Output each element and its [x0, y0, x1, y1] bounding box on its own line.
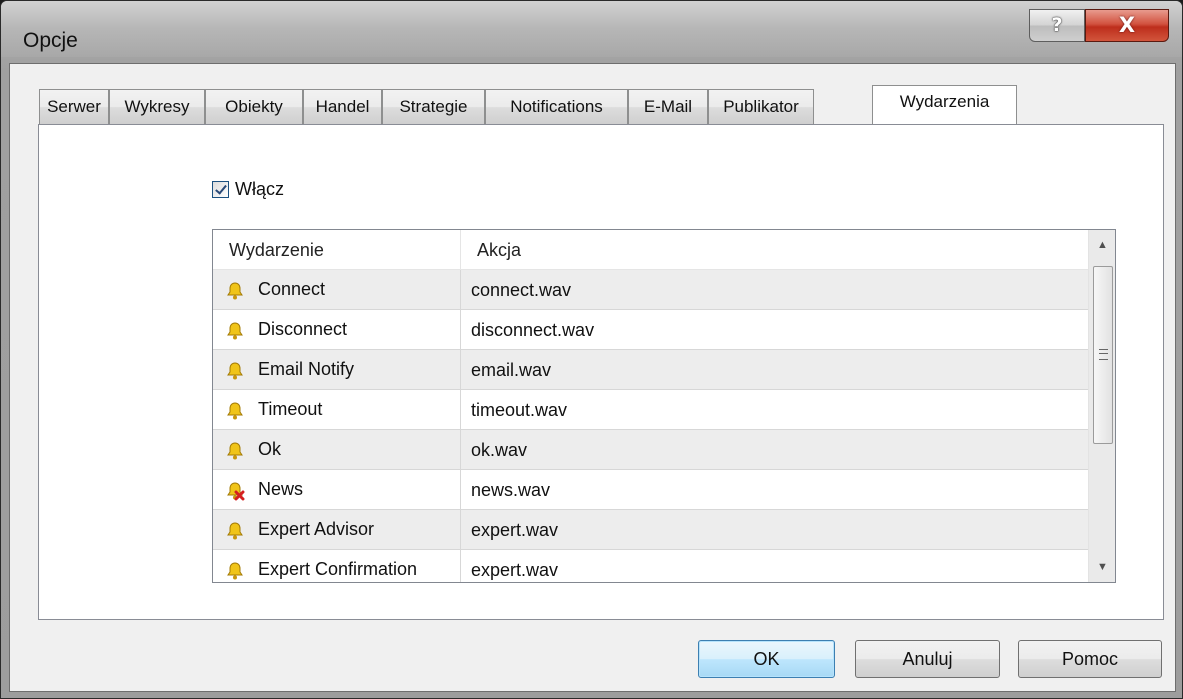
help-button[interactable]: Pomoc — [1018, 640, 1162, 678]
column-separator — [460, 470, 461, 509]
scrollbar-thumb[interactable] — [1093, 266, 1113, 444]
tab-strategie[interactable]: Strategie — [382, 89, 485, 124]
options-dialog: Opcje ? X Serwer Wykresy Obiekty Handel … — [0, 0, 1183, 699]
list-header: Wydarzenie Akcja — [213, 230, 1088, 270]
event-name: News — [258, 479, 304, 499]
dialog-body: Serwer Wykresy Obiekty Handel Strategie … — [9, 63, 1176, 692]
bell-icon — [227, 322, 243, 340]
tab-serwer[interactable]: Serwer — [39, 89, 109, 124]
tab-obiekty[interactable]: Obiekty — [205, 89, 303, 124]
list-item[interactable]: Disconnect disconnect.wav — [213, 310, 1088, 350]
event-name: Expert Advisor — [258, 519, 375, 539]
bell-icon — [227, 442, 243, 460]
tab-publikator[interactable]: Publikator — [708, 89, 814, 124]
event-name: Timeout — [258, 399, 323, 419]
column-separator — [460, 350, 461, 389]
event-name: Expert Confirmation — [258, 559, 418, 579]
event-name: Disconnect — [258, 319, 348, 339]
checkbox-checked-icon[interactable] — [212, 181, 229, 198]
tab-wydarzenia[interactable]: Wydarzenia — [872, 85, 1017, 124]
bell-icon — [227, 562, 243, 580]
tab-wykresy[interactable]: Wykresy — [109, 89, 205, 124]
events-panel: Włącz Wydarzenie Akcja Connect connect.w… — [38, 124, 1164, 620]
scroll-down-icon[interactable]: ▼ — [1089, 552, 1115, 582]
column-header-event[interactable]: Wydarzenie — [213, 230, 460, 269]
title-bar[interactable]: Opcje ? X — [1, 1, 1182, 57]
bell-icon — [227, 362, 243, 380]
column-separator — [460, 390, 461, 429]
column-separator — [460, 510, 461, 549]
scroll-up-icon[interactable]: ▲ — [1089, 230, 1115, 260]
list-item[interactable]: Email Notify email.wav — [213, 350, 1088, 390]
enable-label: Włącz — [235, 179, 284, 199]
event-action: disconnect.wav — [471, 320, 595, 340]
event-action: expert.wav — [471, 560, 559, 580]
tab-email[interactable]: E-Mail — [628, 89, 708, 124]
event-action: news.wav — [471, 480, 551, 500]
tab-notifications[interactable]: Notifications — [485, 89, 628, 124]
events-list[interactable]: Wydarzenie Akcja Connect connect.wav Dis… — [212, 229, 1116, 583]
event-name: Email Notify — [258, 359, 355, 379]
list-item[interactable]: Timeout timeout.wav — [213, 390, 1088, 430]
bell-disabled-icon — [227, 482, 245, 501]
event-name: Connect — [258, 279, 326, 299]
cancel-button[interactable]: Anuluj — [855, 640, 1000, 678]
ok-button[interactable]: OK — [698, 640, 835, 678]
event-action: timeout.wav — [471, 400, 568, 420]
event-action: email.wav — [471, 360, 552, 380]
column-separator — [460, 310, 461, 349]
event-name: Ok — [258, 439, 282, 459]
event-action: ok.wav — [471, 440, 528, 460]
bell-icon — [227, 282, 243, 300]
column-separator — [460, 430, 461, 469]
list-item[interactable]: Ok ok.wav — [213, 430, 1088, 470]
help-icon[interactable]: ? — [1029, 9, 1085, 42]
list-item[interactable]: Expert Confirmation expert.wav — [213, 550, 1088, 582]
list-item[interactable]: Connect connect.wav — [213, 270, 1088, 310]
column-separator — [460, 270, 461, 309]
column-header-action[interactable]: Akcja — [461, 230, 1088, 269]
tab-handel[interactable]: Handel — [303, 89, 382, 124]
column-separator — [460, 550, 461, 582]
event-action: connect.wav — [471, 280, 572, 300]
grip-icon — [1099, 349, 1108, 360]
window-title: Opcje — [23, 29, 78, 52]
event-action: expert.wav — [471, 520, 559, 540]
list-rows: Connect connect.wav Disconnect disconnec… — [213, 270, 1088, 582]
list-item[interactable]: News news.wav — [213, 470, 1088, 510]
vertical-scrollbar[interactable]: ▲ ▼ — [1088, 230, 1115, 582]
close-icon[interactable]: X — [1085, 9, 1169, 42]
bell-icon — [227, 522, 243, 540]
bell-icon — [227, 402, 243, 420]
list-item[interactable]: Expert Advisor expert.wav — [213, 510, 1088, 550]
